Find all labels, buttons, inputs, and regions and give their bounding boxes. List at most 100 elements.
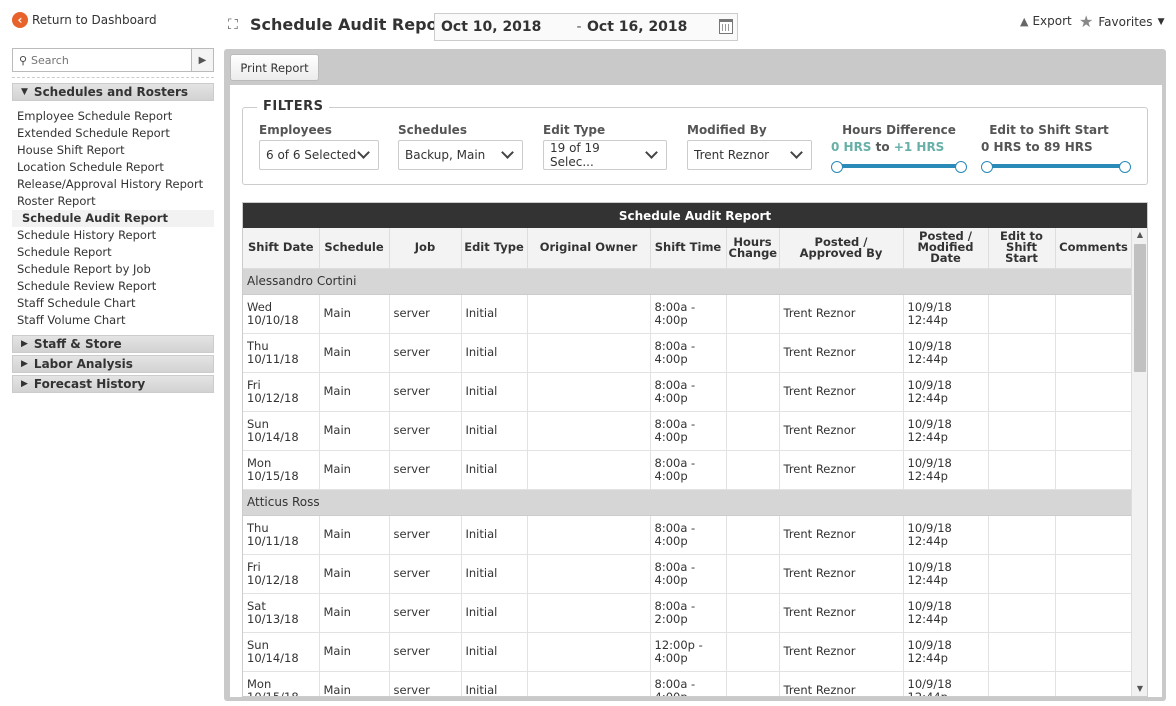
report-item-active[interactable]: Schedule Audit Report <box>12 210 214 227</box>
employees-select[interactable]: 6 of 6 Selected <box>259 140 379 170</box>
cell-original-owner <box>527 632 651 672</box>
report-item[interactable]: Roster Report <box>12 193 214 210</box>
column-header[interactable]: Edit to Shift Start <box>988 228 1056 269</box>
cell-shift-time: 8:00a -4:00p <box>650 515 727 555</box>
search-go-button[interactable]: ▶ <box>191 49 213 71</box>
slider-handle-min[interactable] <box>831 161 843 173</box>
export-label: Export <box>1032 14 1072 28</box>
section-forecast-history[interactable]: ▶ Forecast History <box>12 375 214 393</box>
slider-handle-max[interactable] <box>1119 161 1131 173</box>
cell-schedule-text: Main <box>323 566 351 580</box>
modified-by-select[interactable]: Trent Reznor <box>687 140 812 170</box>
column-header[interactable]: Shift Time <box>650 228 727 269</box>
slider-track <box>985 164 1127 168</box>
cell-shift-time-line1: 8:00a - <box>654 559 696 574</box>
date-start[interactable]: Oct 10, 2018 <box>441 19 571 35</box>
return-to-dashboard-link[interactable]: ‹ Return to Dashboard <box>12 12 157 28</box>
report-item[interactable]: Location Schedule Report <box>12 159 214 176</box>
report-item[interactable]: Employee Schedule Report <box>12 108 214 125</box>
table-row[interactable]: Sun 10/14/18 Main server Initial 8:00a -4:00p… <box>243 411 1133 451</box>
cell-job: server <box>389 333 462 373</box>
cell-modified-date-line1: 10/9/18 <box>907 455 952 470</box>
table-scrollbar[interactable]: ▲ ▼ <box>1131 228 1147 696</box>
table-row[interactable]: Fri 10/12/18 Main server Initial 8:00a -4:00p… <box>243 372 1133 412</box>
report-table: Shift Date Schedule Job Edit Type Origin… <box>243 228 1133 696</box>
column-header[interactable]: Shift Date <box>243 228 320 269</box>
column-header[interactable]: Edit Type <box>461 228 528 269</box>
report-item[interactable]: Staff Volume Chart <box>12 312 214 329</box>
expand-icon[interactable]: ⛶ <box>228 18 242 32</box>
scroll-thumb[interactable] <box>1134 244 1146 372</box>
scroll-up-icon[interactable]: ▲ <box>1132 228 1147 242</box>
cell-shift-time: 8:00a -4:00p <box>650 333 727 373</box>
report-item[interactable]: Release/Approval History Report <box>12 176 214 193</box>
report-item[interactable]: Schedule Report <box>12 244 214 261</box>
cell-edit-type: Initial <box>461 450 528 490</box>
section-labor-analysis[interactable]: ▶ Labor Analysis <box>12 355 214 373</box>
cell-shift-date-line1: Sun <box>247 416 269 431</box>
section-schedules-and-rosters[interactable]: ▼ Schedules and Rosters <box>12 83 214 101</box>
schedules-select[interactable]: Backup, Main <box>398 140 523 170</box>
column-header[interactable]: Original Owner <box>527 228 651 269</box>
column-header[interactable]: Comments <box>1055 228 1133 269</box>
column-header[interactable]: Posted / Approved By <box>779 228 904 269</box>
table-row[interactable]: Sat 10/13/18 Main server Initial 8:00a -2:00p… <box>243 593 1133 633</box>
cell-modified-date-line2: 12:44p <box>907 390 948 405</box>
cell-modified-date: 10/9/18 12:44p <box>903 671 989 696</box>
report-item[interactable]: House Shift Report <box>12 142 214 159</box>
filter-label: Edit Type <box>543 123 606 137</box>
export-button[interactable]: ▲ Export <box>1020 14 1072 28</box>
report-item[interactable]: Extended Schedule Report <box>12 125 214 142</box>
report-item[interactable]: Schedule History Report <box>12 227 214 244</box>
column-header[interactable]: Schedule <box>319 228 390 269</box>
section-staff-and-store[interactable]: ▶ Staff & Store <box>12 335 214 353</box>
table-header-row: Shift Date Schedule Job Edit Type Origin… <box>243 228 1133 269</box>
calendar-icon[interactable] <box>719 19 733 34</box>
report-item[interactable]: Staff Schedule Chart <box>12 295 214 312</box>
date-range-picker[interactable]: Oct 10, 2018 - Oct 16, 2018 <box>434 13 738 41</box>
report-item[interactable]: Schedule Review Report <box>12 278 214 295</box>
slider-handle-min[interactable] <box>981 161 993 173</box>
table-row[interactable]: Mon 10/15/18 Main server Initial 8:00a -4:00p… <box>243 671 1133 696</box>
edit-type-select[interactable]: 19 of 19 Selec... <box>543 140 667 170</box>
chevron-down-icon <box>501 146 514 159</box>
print-report-button[interactable]: Print Report <box>230 54 319 81</box>
cell-original-owner <box>527 671 651 696</box>
report-item[interactable]: Schedule Report by Job <box>12 261 214 278</box>
edit-to-shift-start-slider[interactable] <box>981 161 1131 173</box>
table-row[interactable]: Thu 10/11/18 Main server Initial 8:00a -4:00p… <box>243 333 1133 373</box>
cell-shift-date-line1: Thu <box>247 338 269 353</box>
date-end[interactable]: Oct 16, 2018 <box>587 19 717 35</box>
employee-name: Atticus Ross <box>243 489 1133 516</box>
table-row[interactable]: Sun 10/14/18 Main server Initial 12:00p -4:00… <box>243 632 1133 672</box>
cell-schedule: Main <box>319 450 390 490</box>
cell-shift-date: Thu 10/11/18 <box>243 515 320 555</box>
cell-modified-date-line2: 12:44p <box>907 351 948 366</box>
cell-approved-by-text: Trent Reznor <box>783 423 856 437</box>
cell-modified-date-line2: 12:44p <box>907 650 948 665</box>
column-header[interactable]: Hours Change <box>726 228 780 269</box>
scroll-down-icon[interactable]: ▼ <box>1132 682 1147 696</box>
table-row[interactable]: Mon 10/15/18 Main server Initial 8:00a -4:00p… <box>243 450 1133 490</box>
cell-shift-date-line1: Wed <box>247 299 273 314</box>
cell-job-text: server <box>393 462 430 476</box>
cell-edit-type-text: Initial <box>465 605 498 619</box>
search-input[interactable] <box>31 49 191 71</box>
cell-hours-change <box>726 450 780 490</box>
slider-handle-max[interactable] <box>955 161 967 173</box>
caret-right-icon: ▶ <box>21 379 28 389</box>
filter-employees: Employees 6 of 6 Selected <box>259 123 379 170</box>
column-header[interactable]: Posted / Modified Date <box>903 228 989 269</box>
cell-original-owner <box>527 554 651 594</box>
cell-modified-date-line1: 10/9/18 <box>907 338 952 353</box>
cell-edit-to-start <box>988 411 1056 451</box>
table-row[interactable]: Thu 10/11/18 Main server Initial 8:00a -4:00p… <box>243 515 1133 555</box>
column-header[interactable]: Job <box>389 228 462 269</box>
hours-difference-slider[interactable] <box>831 161 967 173</box>
table-row[interactable]: Wed 10/10/18 Main server Initial 8:00a -4:00p… <box>243 294 1133 334</box>
favorites-menu[interactable]: ★ Favorites ▼ <box>1079 12 1164 31</box>
table-row[interactable]: Fri 10/12/18 Main server Initial 8:00a -4:00p… <box>243 554 1133 594</box>
cell-job-text: server <box>393 605 430 619</box>
cell-edit-type: Initial <box>461 632 528 672</box>
cell-comments <box>1055 294 1133 334</box>
